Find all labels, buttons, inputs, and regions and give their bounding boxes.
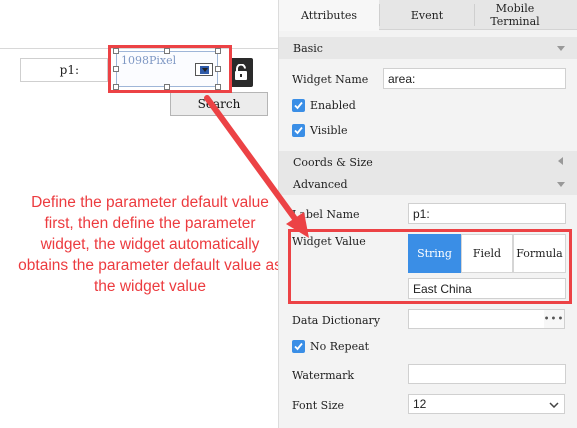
data-dictionary-input[interactable] (408, 309, 545, 329)
panel-tabs: Attributes Event Mobile Terminal (279, 0, 577, 31)
search-button-label: Search (197, 97, 241, 111)
font-size-dropdown-button[interactable] (544, 394, 565, 414)
section-basic-title: Basic (293, 41, 323, 55)
data-dictionary-more-button[interactable]: ••• (544, 309, 565, 329)
section-coords-title: Coords & Size (293, 155, 373, 169)
collapse-icon (557, 46, 565, 51)
parameter-label-text: p1: (59, 63, 79, 77)
watermark-label: Watermark (292, 369, 355, 382)
data-dictionary-label: Data Dictionary (292, 314, 381, 327)
chevron-down-icon (549, 402, 559, 408)
label-name-input[interactable]: p1: (408, 203, 566, 224)
label-name-value: p1: (413, 206, 430, 221)
widget-name-input[interactable]: area: (383, 68, 566, 89)
check-icon (294, 126, 303, 135)
parameter-label-widget[interactable]: p1: (20, 58, 108, 82)
tab-attributes[interactable]: Attributes (279, 0, 379, 31)
no-repeat-checkbox[interactable] (292, 340, 305, 353)
unlock-button[interactable] (229, 58, 253, 87)
visible-checkbox[interactable] (292, 124, 305, 137)
more-dots-icon: ••• (543, 313, 565, 325)
design-canvas[interactable]: p1: 1098Pixel Search Define the paramete… (0, 0, 282, 428)
label-name-label: Label Name (292, 208, 360, 221)
check-icon (294, 101, 303, 110)
no-repeat-label: No Repeat (310, 340, 370, 353)
section-basic[interactable]: Basic (279, 37, 577, 59)
unlock-icon (235, 64, 247, 80)
tab-mobile-terminal-label: Mobile Terminal (490, 2, 540, 28)
tab-event[interactable]: Event (380, 0, 474, 30)
tab-mobile-terminal[interactable]: Mobile Terminal (475, 0, 555, 30)
widget-name-value: area: (388, 71, 416, 86)
watermark-input[interactable] (408, 364, 566, 384)
check-icon (294, 342, 303, 351)
tab-event-label: Event (410, 8, 444, 22)
enabled-label: Enabled (310, 99, 356, 112)
section-advanced[interactable]: Advanced (279, 173, 577, 195)
expand-icon (558, 157, 563, 165)
font-size-value: 12 (413, 397, 427, 411)
section-coords-size[interactable]: Coords & Size (279, 151, 577, 173)
font-size-label: Font Size (292, 399, 345, 412)
enabled-checkbox[interactable] (292, 99, 305, 112)
section-advanced-title: Advanced (293, 177, 348, 191)
widget-name-label: Widget Name (292, 73, 369, 86)
tab-attributes-label: Attributes (300, 9, 358, 22)
search-button[interactable]: Search (170, 92, 268, 116)
visible-label: Visible (310, 124, 348, 137)
annotation-text: Define the parameter default value first… (18, 194, 282, 295)
collapse-icon (557, 182, 565, 187)
highlight-box-widget (108, 45, 232, 93)
highlight-box-widget-value (288, 229, 572, 304)
font-size-select[interactable]: 12 (408, 394, 545, 414)
